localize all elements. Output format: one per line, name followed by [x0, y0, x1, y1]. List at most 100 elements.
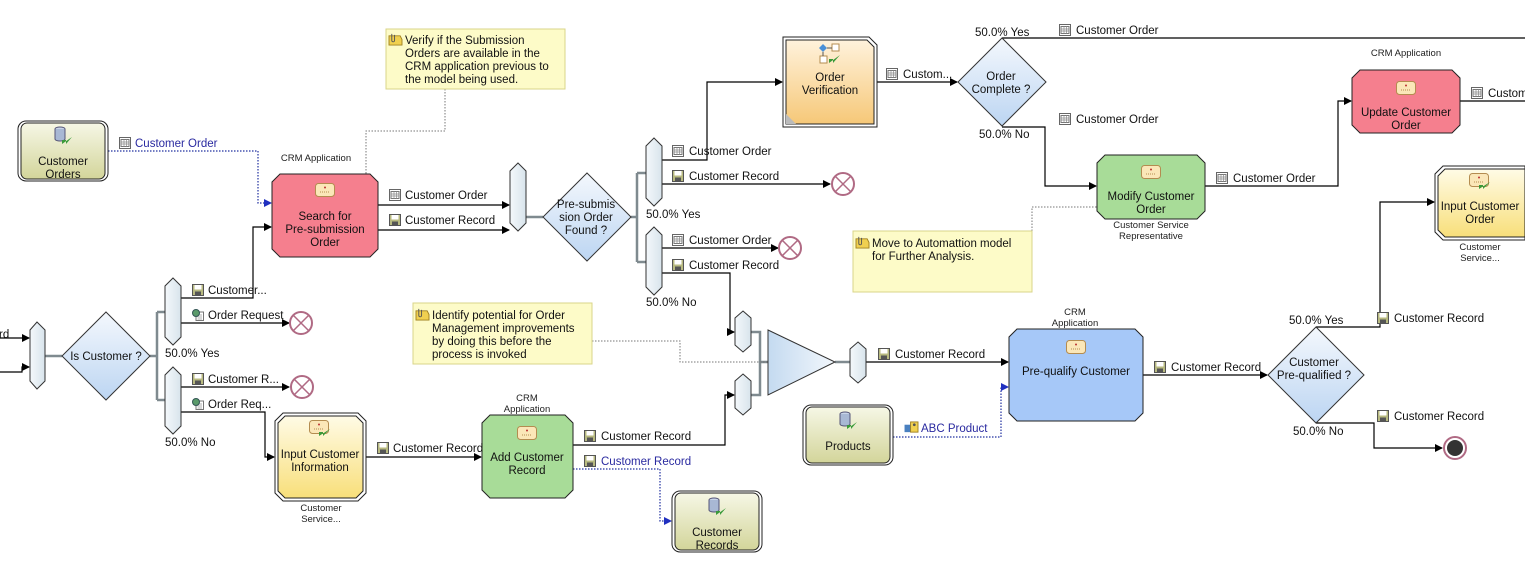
repository-customer-orders[interactable]: Customer Orders [17, 120, 109, 182]
branch-probability: 50.0% Yes [975, 27, 1030, 39]
merge-bracket [751, 330, 768, 397]
branch-output-yes[interactable] [645, 137, 663, 207]
decision-label: Found ? [565, 225, 607, 237]
branch-bracket [150, 310, 165, 402]
decision-label: Pre-qualified ? [1277, 370, 1351, 382]
merge-input[interactable] [734, 310, 752, 353]
task-label: Information [291, 462, 349, 474]
task-label: Pre-qualify Customer [1022, 366, 1130, 378]
task-label: Verification [802, 85, 858, 97]
note-link [365, 89, 446, 174]
note-verify[interactable]: Verify if the Submission Orders are avai… [385, 28, 566, 90]
flow-label[interactable]: Customer Order [1076, 114, 1159, 126]
decision-presubmission-order-found[interactable]: Pre-submis sion Order Found ? [542, 172, 632, 262]
task-role: Application [504, 404, 550, 415]
task-label: Pre-submission [285, 224, 364, 236]
data-association[interactable] [108, 150, 272, 207]
business-item-icon [672, 145, 684, 157]
flow-label[interactable]: Customer Record [1171, 362, 1261, 374]
branch-output-yes[interactable] [164, 277, 182, 346]
flow-label[interactable]: Custome [1488, 88, 1525, 100]
task-input-customer-information[interactable]: Input Customer Information Customer Serv… [274, 412, 367, 525]
task-add-customer-record[interactable]: CRM Application Add Customer Record [481, 393, 574, 499]
flow-label[interactable]: Customer Order [1076, 25, 1159, 37]
merge-output[interactable] [849, 341, 867, 384]
flow-label[interactable]: Customer R... [208, 374, 279, 386]
flow-label[interactable]: Customer Record [601, 431, 691, 443]
note-automation[interactable]: Move to Automattion model for Further An… [852, 230, 1033, 293]
note-icon [388, 33, 403, 46]
flow-label[interactable]: Order Request [208, 310, 284, 322]
task-role: Customer [1459, 242, 1500, 253]
business-item-icon [119, 137, 131, 149]
branch-output-no[interactable] [164, 366, 182, 435]
request-document-icon [192, 309, 204, 321]
repository-label: Customer [38, 156, 88, 168]
merge-input[interactable] [734, 373, 752, 416]
flow-label[interactable]: Customer Record [405, 215, 495, 227]
flow[interactable] [181, 411, 275, 461]
flow-label[interactable]: Customer Record [689, 171, 779, 183]
flow-in-2[interactable] [0, 363, 30, 373]
task-prequalify-customer[interactable]: CRM Application Pre-qualify Customer [1008, 307, 1144, 422]
note-line: Identify potential for Order [432, 310, 565, 322]
manual-task-icon [1469, 173, 1491, 190]
branch-probability: 50.0% No [165, 437, 216, 449]
decision-label: sion Order [559, 212, 613, 224]
terminate-icon[interactable] [778, 236, 802, 260]
end-event-icon[interactable] [1443, 436, 1467, 460]
flow-label[interactable]: Customer Record [393, 443, 483, 455]
flow-label[interactable]: Customer Order [689, 146, 772, 158]
note-line: by doing this before the [432, 336, 552, 348]
subprocess-order-verification[interactable]: Order Verification [782, 36, 878, 128]
record-icon [377, 442, 389, 454]
record-icon [192, 284, 204, 296]
task-modify-customer-order[interactable]: Modify Customer Order Customer Service R… [1096, 154, 1206, 242]
task-role: CRM Application [281, 153, 351, 164]
decision-customer-prequalified[interactable]: Customer Pre-qualified ? [1267, 326, 1365, 424]
task-search-presubmission-order[interactable]: CRM Application Search for Pre-submissio… [271, 153, 379, 258]
repository-label: Customer [692, 527, 742, 539]
flow-label[interactable]: ABC Product [921, 423, 988, 435]
flow-label[interactable]: Customer Order [1233, 173, 1316, 185]
flow-label[interactable]: Customer Order [135, 138, 218, 150]
flow[interactable] [1316, 198, 1435, 328]
flow-label[interactable]: Customer Record [895, 349, 985, 361]
join-connector[interactable] [29, 321, 46, 390]
terminate-icon[interactable] [831, 172, 855, 196]
flow-label[interactable]: Order Req... [208, 399, 271, 411]
decision-is-customer[interactable]: Is Customer ? [61, 311, 151, 401]
data-association[interactable] [573, 468, 672, 525]
product-item-icon [904, 421, 919, 433]
task-input-customer-order[interactable]: Input Customer Order Customer Service... [1434, 165, 1525, 264]
task-label: Order [1465, 214, 1495, 226]
flow-label[interactable]: Customer Record [689, 260, 779, 272]
task-icon [1396, 81, 1416, 95]
join-connector[interactable] [509, 162, 527, 232]
task-update-customer-order[interactable]: CRM Application Update Customer Order [1351, 48, 1461, 134]
task-label: Order [310, 237, 340, 249]
record-icon [192, 373, 204, 385]
terminate-icon[interactable] [290, 375, 314, 399]
note-line: Move to Automattion model [872, 238, 1011, 250]
repository-customer-records[interactable]: Customer Records [671, 490, 763, 553]
note-link [1031, 206, 1097, 231]
flow-label[interactable]: Customer Record [601, 456, 691, 468]
branch-output-no[interactable] [645, 226, 663, 296]
terminate-icon[interactable] [289, 311, 313, 335]
note-identify[interactable]: Identify potential for Order Management … [412, 302, 593, 365]
decision-order-complete[interactable]: Order Complete ? [957, 37, 1047, 127]
flow-label[interactable]: Custom... [903, 69, 952, 81]
flow-label[interactable]: Customer Record [1394, 411, 1484, 423]
flow-label[interactable]: Customer Record [1394, 313, 1484, 325]
merge-triangle[interactable] [767, 329, 837, 396]
note-line: the model being used. [405, 74, 518, 86]
flow-label[interactable]: Customer Order [689, 235, 772, 247]
process-diagram-canvas[interactable]: Verify if the Submission Orders are avai… [0, 0, 1525, 583]
decision-label: Complete ? [972, 84, 1031, 96]
flow-label[interactable]: Customer... [208, 285, 267, 297]
flow-label[interactable]: Customer Order [405, 190, 488, 202]
task-role: Application [1052, 318, 1098, 329]
record-icon [1377, 312, 1389, 324]
repository-products[interactable]: Products [802, 404, 894, 466]
